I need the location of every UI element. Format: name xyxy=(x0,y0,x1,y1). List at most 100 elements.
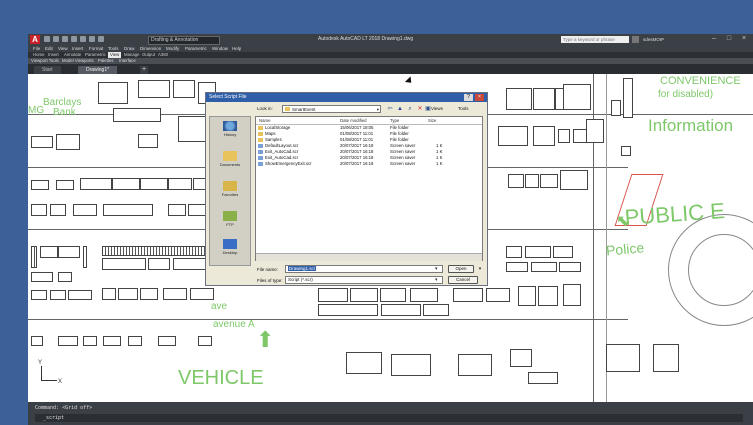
views-menu[interactable]: Views xyxy=(431,105,443,113)
menu-edit[interactable]: Edit xyxy=(45,45,53,52)
place-desktop[interactable]: Desktop xyxy=(210,239,250,255)
chevron-down-icon[interactable]: ▾ xyxy=(435,277,438,283)
building xyxy=(50,290,66,300)
building xyxy=(31,272,53,282)
open-button[interactable]: Open xyxy=(448,265,474,273)
building xyxy=(31,246,37,268)
file-name-input[interactable]: Drawing1.scr xyxy=(285,265,443,273)
menu-help[interactable]: Help xyxy=(232,45,241,52)
save-as-icon[interactable] xyxy=(71,36,77,42)
search-input[interactable]: Type a keyword or phrase xyxy=(561,36,629,43)
building xyxy=(118,288,138,300)
building xyxy=(380,288,406,302)
window-title: Autodesk AutoCAD LT 2018 Drawing1.dwg xyxy=(318,36,414,42)
building xyxy=(58,336,78,346)
new-tab-icon[interactable]: + xyxy=(140,66,148,74)
command-input[interactable]: _script xyxy=(35,414,743,422)
building xyxy=(102,288,116,300)
documents-icon xyxy=(223,151,237,161)
place-ftp[interactable]: FTP xyxy=(210,211,250,227)
building xyxy=(510,349,532,367)
ucs-x-label: X xyxy=(58,379,63,385)
column-date-modified[interactable]: Date modified xyxy=(340,118,367,123)
building xyxy=(83,336,97,346)
file-name: ShowEmergencyExit.scr xyxy=(265,161,312,166)
doc-tab-drawing1[interactable]: Drawing1* xyxy=(78,66,118,74)
dialog-title: Select Script File xyxy=(206,93,487,102)
tools-menu[interactable]: Tools xyxy=(458,105,469,113)
menu-window[interactable]: Window xyxy=(212,45,228,52)
folder-icon xyxy=(285,107,290,111)
building xyxy=(533,88,555,110)
chevron-down-icon[interactable]: ▾ xyxy=(435,266,438,272)
building xyxy=(148,258,170,270)
building xyxy=(506,246,522,258)
open-options-icon[interactable]: ▾ xyxy=(476,265,484,273)
new-icon[interactable] xyxy=(44,36,50,42)
search-icon[interactable] xyxy=(632,36,639,43)
menu-tools[interactable]: Tools xyxy=(108,45,119,52)
delete-icon[interactable]: ✕ xyxy=(416,105,424,113)
save-icon[interactable] xyxy=(62,36,68,42)
column-size[interactable]: Size xyxy=(428,118,436,123)
place-documents[interactable]: Documents xyxy=(210,151,250,167)
label-convenience: CONVENIENCE xyxy=(660,75,741,87)
redo-icon[interactable] xyxy=(98,36,104,42)
menu-dimension[interactable]: Dimension xyxy=(140,45,161,52)
select-script-dialog: Select Script File ? × Look in: SmartEve… xyxy=(205,92,488,286)
help-icon[interactable]: ? xyxy=(464,94,473,101)
close-icon[interactable]: × xyxy=(738,34,750,44)
building xyxy=(533,126,555,146)
back-icon[interactable]: ⇦ xyxy=(386,105,394,113)
place-history-label: History xyxy=(223,132,237,137)
file-list[interactable]: Name Date modified Type Size LocalStorag… xyxy=(255,116,483,261)
building xyxy=(58,246,80,258)
ucs-y-axis xyxy=(41,366,42,380)
up-folder-icon[interactable]: ▲ xyxy=(396,105,404,113)
workspace-select[interactable]: Drafting & Annotation xyxy=(148,36,220,45)
undo-icon[interactable] xyxy=(89,36,95,42)
maximize-icon[interactable]: □ xyxy=(723,34,735,44)
place-history[interactable]: History xyxy=(210,121,250,137)
menu-parametric[interactable]: Parametric xyxy=(185,45,207,52)
look-in-select[interactable]: SmartEvent ▾ xyxy=(282,105,381,113)
horizontal-scrollbar[interactable] xyxy=(256,253,482,261)
building xyxy=(563,284,581,306)
building xyxy=(558,129,570,143)
autocad-logo-icon[interactable]: A xyxy=(30,35,40,44)
building xyxy=(31,180,49,190)
file-row[interactable]: ShowEmergencyExit.scr 20/07/2017 16:18 S… xyxy=(258,161,480,167)
place-desktop-label: Desktop xyxy=(222,250,238,255)
menu-insert[interactable]: Insert xyxy=(72,45,83,52)
building xyxy=(112,178,140,190)
minimize-icon[interactable]: – xyxy=(708,34,720,44)
document-tabs: Start Drawing1* + xyxy=(28,64,753,74)
chevron-down-icon[interactable]: ▾ xyxy=(377,106,379,113)
cancel-button[interactable]: Cancel xyxy=(448,276,478,284)
close-icon[interactable]: × xyxy=(475,94,484,101)
file-name: DefaultLayout.scr xyxy=(265,143,299,148)
building xyxy=(525,246,551,258)
menu-modify[interactable]: Modify xyxy=(166,45,179,52)
building xyxy=(318,288,348,302)
column-type[interactable]: Type xyxy=(390,118,399,123)
label-bank: Bank xyxy=(53,107,76,118)
menu-format[interactable]: Format xyxy=(89,45,103,52)
building xyxy=(611,100,621,116)
doc-tab-start[interactable]: Start xyxy=(34,66,61,74)
command-line: Command: <Grid off> _script xyxy=(28,402,753,425)
menu-file[interactable]: File xyxy=(33,45,40,52)
menu-view[interactable]: View xyxy=(58,45,68,52)
place-favorites[interactable]: Favorites xyxy=(210,181,250,197)
user-signin[interactable]: sdesMOIP xyxy=(643,35,664,44)
building xyxy=(58,272,72,282)
search-web-icon[interactable]: ⌕ xyxy=(406,105,414,113)
place-ftp-label: FTP xyxy=(226,222,234,227)
print-icon[interactable] xyxy=(80,36,86,42)
open-icon[interactable] xyxy=(53,36,59,42)
menu-draw[interactable]: Draw xyxy=(124,45,135,52)
building xyxy=(560,170,588,190)
file-type-select[interactable]: Script (*.scr) xyxy=(285,276,443,284)
label-vehicle: VEHICLE xyxy=(178,367,264,389)
column-name[interactable]: Name xyxy=(259,118,270,123)
